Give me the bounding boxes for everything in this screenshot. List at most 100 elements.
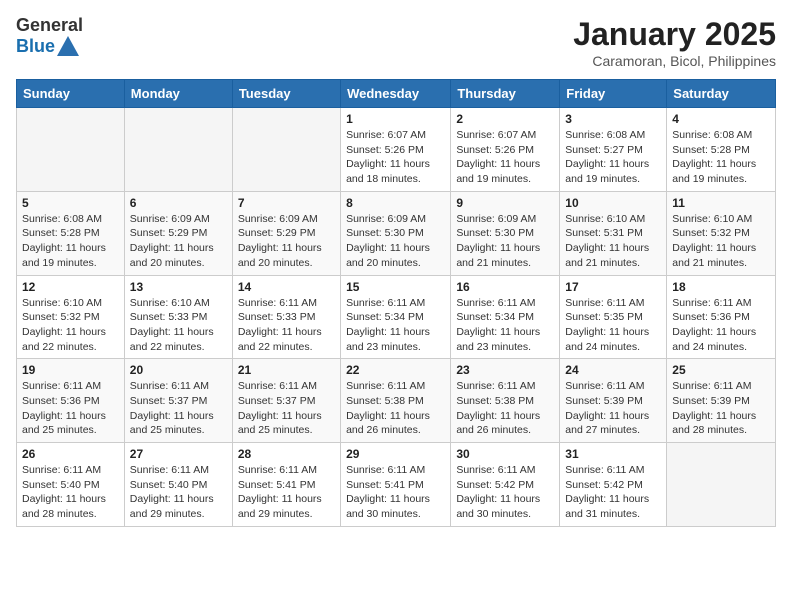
day-number: 7 [238, 196, 335, 210]
sunrise-time: Sunrise: 6:07 AM [346, 128, 445, 143]
day-info: Sunrise: 6:09 AMSunset: 5:30 PMDaylight:… [456, 212, 554, 271]
sunset-time: Sunset: 5:42 PM [456, 478, 554, 493]
daylight-hours: Daylight: 11 hours and 25 minutes. [22, 409, 119, 438]
sunset-time: Sunset: 5:40 PM [130, 478, 227, 493]
day-info: Sunrise: 6:08 AMSunset: 5:28 PMDaylight:… [22, 212, 119, 271]
day-number: 25 [672, 363, 770, 377]
sunset-time: Sunset: 5:38 PM [346, 394, 445, 409]
calendar-cell: 9Sunrise: 6:09 AMSunset: 5:30 PMDaylight… [451, 191, 560, 275]
calendar-cell: 14Sunrise: 6:11 AMSunset: 5:33 PMDayligh… [232, 275, 340, 359]
calendar-cell: 22Sunrise: 6:11 AMSunset: 5:38 PMDayligh… [341, 359, 451, 443]
weekday-header-wednesday: Wednesday [341, 80, 451, 108]
sunrise-time: Sunrise: 6:11 AM [456, 463, 554, 478]
weekday-header-saturday: Saturday [667, 80, 776, 108]
sunset-time: Sunset: 5:38 PM [456, 394, 554, 409]
day-number: 3 [565, 112, 661, 126]
day-info: Sunrise: 6:11 AMSunset: 5:36 PMDaylight:… [22, 379, 119, 438]
sunset-time: Sunset: 5:30 PM [346, 226, 445, 241]
weekday-header-sunday: Sunday [17, 80, 125, 108]
calendar-cell: 16Sunrise: 6:11 AMSunset: 5:34 PMDayligh… [451, 275, 560, 359]
week-row-2: 5 Sunrise: 6:08 AMSunset: 5:28 PMDaylight… [17, 191, 776, 275]
day-info: Sunrise: 6:11 AMSunset: 5:34 PMDaylight:… [456, 296, 554, 355]
day-number: 12 [22, 280, 119, 294]
daylight-hours: Daylight: 11 hours and 21 minutes. [456, 241, 554, 270]
title-block: January 2025 Caramoran, Bicol, Philippin… [573, 16, 776, 69]
calendar-cell: 17 Sunrise: 6:11 AMSunset: 5:35 PMDayligh… [560, 275, 667, 359]
day-info: Sunrise: 6:10 AMSunset: 5:33 PMDaylight:… [130, 296, 227, 355]
day-info: Sunrise: 6:08 AMSunset: 5:27 PMDaylight:… [565, 128, 661, 187]
day-info: Sunrise: 6:07 AMSunset: 5:26 PMDaylight:… [346, 128, 445, 187]
day-info: Sunrise: 6:11 AMSunset: 5:39 PMDaylight:… [672, 379, 770, 438]
daylight-hours: Daylight: 11 hours and 28 minutes. [22, 492, 119, 521]
calendar-cell: 1Sunrise: 6:07 AMSunset: 5:26 PMDaylight… [341, 108, 451, 192]
day-info: Sunrise: 6:11 AMSunset: 5:42 PMDaylight:… [456, 463, 554, 522]
day-number: 21 [238, 363, 335, 377]
daylight-hours: Daylight: 11 hours and 19 minutes. [565, 157, 661, 186]
daylight-hours: Daylight: 11 hours and 21 minutes. [565, 241, 661, 270]
daylight-hours: Daylight: 11 hours and 31 minutes. [565, 492, 661, 521]
calendar-cell: 12Sunrise: 6:10 AMSunset: 5:32 PMDayligh… [17, 275, 125, 359]
daylight-hours: Daylight: 11 hours and 20 minutes. [346, 241, 445, 270]
day-info: Sunrise: 6:08 AMSunset: 5:28 PMDaylight:… [672, 128, 770, 187]
sunrise-time: Sunrise: 6:11 AM [346, 463, 445, 478]
sunset-time: Sunset: 5:34 PM [456, 310, 554, 325]
day-number: 29 [346, 447, 445, 461]
day-number: 31 [565, 447, 661, 461]
day-number: 13 [130, 280, 227, 294]
day-number: 14 [238, 280, 335, 294]
sunset-time: Sunset: 5:29 PM [238, 226, 335, 241]
day-number: 5 [22, 196, 119, 210]
calendar-cell: 24Sunrise: 6:11 AMSunset: 5:39 PMDayligh… [560, 359, 667, 443]
sunset-time: Sunset: 5:41 PM [346, 478, 445, 493]
sunset-time: Sunset: 5:33 PM [130, 310, 227, 325]
day-number: 6 [130, 196, 227, 210]
sunrise-time: Sunrise: 6:11 AM [672, 296, 770, 311]
sunset-time: Sunset: 5:26 PM [456, 143, 554, 158]
daylight-hours: Daylight: 11 hours and 30 minutes. [456, 492, 554, 521]
daylight-hours: Daylight: 11 hours and 21 minutes. [672, 241, 770, 270]
sunrise-time: Sunrise: 6:11 AM [22, 379, 119, 394]
day-number: 23 [456, 363, 554, 377]
calendar-cell: 10Sunrise: 6:10 AMSunset: 5:31 PMDayligh… [560, 191, 667, 275]
day-info: Sunrise: 6:09 AMSunset: 5:30 PMDaylight:… [346, 212, 445, 271]
sunrise-time: Sunrise: 6:11 AM [672, 379, 770, 394]
day-info: Sunrise: 6:10 AMSunset: 5:32 PMDaylight:… [672, 212, 770, 271]
day-number: 28 [238, 447, 335, 461]
sunset-time: Sunset: 5:26 PM [346, 143, 445, 158]
daylight-hours: Daylight: 11 hours and 25 minutes. [238, 409, 335, 438]
calendar-cell: 5 Sunrise: 6:08 AMSunset: 5:28 PMDaylight… [17, 191, 125, 275]
calendar-cell [232, 108, 340, 192]
sunset-time: Sunset: 5:28 PM [672, 143, 770, 158]
weekday-header-monday: Monday [124, 80, 232, 108]
calendar-cell [17, 108, 125, 192]
day-number: 2 [456, 112, 554, 126]
calendar-cell: 23 Sunrise: 6:11 AMSunset: 5:38 PMDayligh… [451, 359, 560, 443]
daylight-hours: Daylight: 11 hours and 19 minutes. [672, 157, 770, 186]
sunrise-time: Sunrise: 6:08 AM [565, 128, 661, 143]
day-number: 15 [346, 280, 445, 294]
sunrise-time: Sunrise: 6:07 AM [456, 128, 554, 143]
sunset-time: Sunset: 5:32 PM [672, 226, 770, 241]
weekday-header-tuesday: Tuesday [232, 80, 340, 108]
week-row-1: 1Sunrise: 6:07 AMSunset: 5:26 PMDaylight… [17, 108, 776, 192]
daylight-hours: Daylight: 11 hours and 26 minutes. [346, 409, 445, 438]
sunrise-time: Sunrise: 6:11 AM [238, 379, 335, 394]
month-title: January 2025 [573, 16, 776, 53]
calendar-cell: 3 Sunrise: 6:08 AMSunset: 5:27 PMDaylight… [560, 108, 667, 192]
day-info: Sunrise: 6:11 AMSunset: 5:35 PMDaylight:… [565, 296, 661, 355]
weekday-header-friday: Friday [560, 80, 667, 108]
sunset-time: Sunset: 5:27 PM [565, 143, 661, 158]
daylight-hours: Daylight: 11 hours and 29 minutes. [238, 492, 335, 521]
day-info: Sunrise: 6:11 AMSunset: 5:39 PMDaylight:… [565, 379, 661, 438]
calendar-cell: 4Sunrise: 6:08 AMSunset: 5:28 PMDaylight… [667, 108, 776, 192]
day-number: 17 [565, 280, 661, 294]
day-info: Sunrise: 6:11 AMSunset: 5:38 PMDaylight:… [456, 379, 554, 438]
day-info: Sunrise: 6:09 AMSunset: 5:29 PMDaylight:… [130, 212, 227, 271]
day-info: Sunrise: 6:09 AMSunset: 5:29 PMDaylight:… [238, 212, 335, 271]
sunrise-time: Sunrise: 6:09 AM [456, 212, 554, 227]
sunrise-time: Sunrise: 6:09 AM [346, 212, 445, 227]
day-number: 19 [22, 363, 119, 377]
daylight-hours: Daylight: 11 hours and 29 minutes. [130, 492, 227, 521]
sunrise-time: Sunrise: 6:11 AM [456, 379, 554, 394]
sunrise-time: Sunrise: 6:11 AM [565, 463, 661, 478]
